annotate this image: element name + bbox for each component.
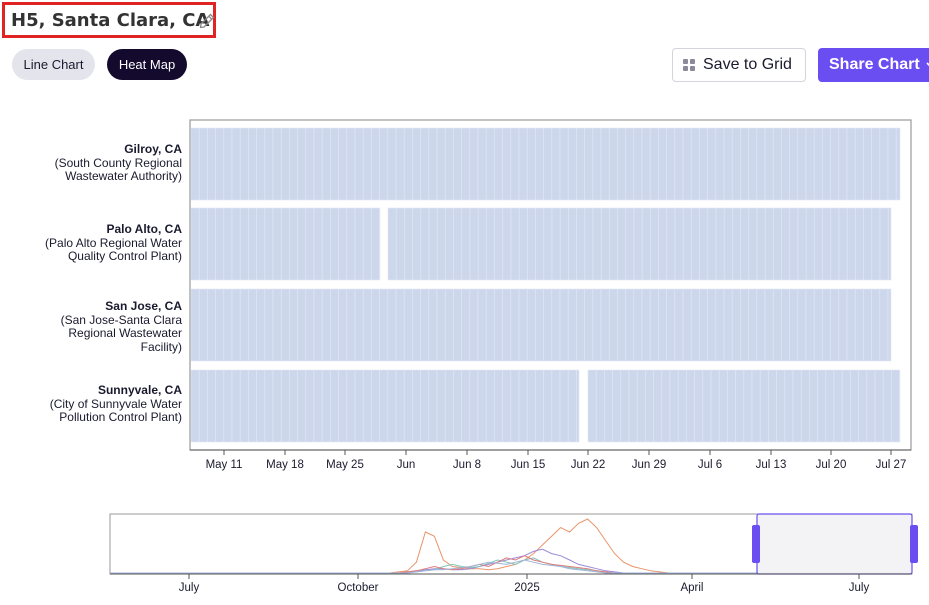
navigator-right-handle <box>910 525 918 563</box>
navigator-tick-label: October <box>338 582 379 594</box>
navigator-tick-label: April <box>680 582 703 594</box>
time-range-navigator[interactable]: July October 2025 April July <box>0 0 929 605</box>
navigator-tick-label: July <box>179 582 200 594</box>
navigator-tick-label: July <box>849 582 870 594</box>
navigator-left-handle <box>752 525 760 563</box>
navigator-tick-label: 2025 <box>514 582 540 594</box>
navigator-selection-window <box>756 513 913 575</box>
